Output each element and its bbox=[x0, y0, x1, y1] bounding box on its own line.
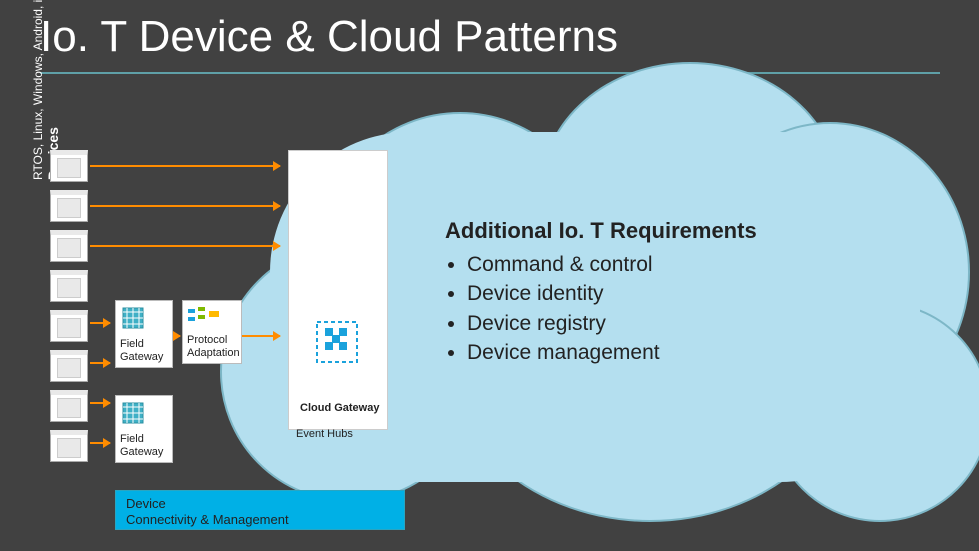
device-column bbox=[50, 150, 88, 462]
field-gateway-label: Field Gateway bbox=[120, 433, 168, 458]
requirement-item: Device identity bbox=[467, 279, 757, 308]
requirement-item: Device registry bbox=[467, 309, 757, 338]
device-box bbox=[50, 150, 88, 182]
arrow bbox=[90, 442, 110, 444]
device-box bbox=[50, 390, 88, 422]
arrow bbox=[90, 205, 280, 207]
device-box bbox=[50, 350, 88, 382]
protocol-icon bbox=[187, 305, 223, 327]
device-box bbox=[50, 190, 88, 222]
page-title: Io. T Device & Cloud Patterns bbox=[40, 12, 618, 62]
bottom-bar-line1: Device bbox=[126, 496, 394, 512]
cloud-gateway-panel bbox=[288, 150, 388, 430]
field-gateway-label: Field Gateway bbox=[120, 338, 168, 363]
protocol-adaptation-label: Protocol Adaptation bbox=[187, 334, 237, 359]
requirement-item: Device management bbox=[467, 338, 757, 367]
device-box bbox=[50, 430, 88, 462]
arrow bbox=[90, 362, 110, 364]
cloud-gateway-label: Cloud Gateway bbox=[296, 400, 383, 416]
requirement-item: Command & control bbox=[467, 250, 757, 279]
arrow bbox=[240, 335, 280, 337]
arrow bbox=[90, 165, 280, 167]
bottom-bar-line2: Connectivity & Management bbox=[126, 512, 394, 528]
protocol-adaptation-box: Protocol Adaptation bbox=[182, 300, 242, 364]
chip-icon bbox=[120, 400, 146, 426]
requirements-block: Additional Io. T Requirements Command & … bbox=[445, 218, 757, 368]
event-hubs-label: Event Hubs bbox=[296, 428, 353, 440]
cloud-gateway-icon bbox=[315, 320, 359, 364]
device-box bbox=[50, 230, 88, 262]
device-box bbox=[50, 310, 88, 342]
arrow bbox=[90, 245, 280, 247]
title-underline bbox=[40, 72, 940, 74]
device-connectivity-bar: Device Connectivity & Management bbox=[115, 490, 405, 530]
field-gateway-box-2: Field Gateway bbox=[115, 395, 173, 463]
devices-sub-label: RTOS, Linux, Windows, Android, i. OS bbox=[31, 0, 45, 180]
arrow bbox=[90, 402, 110, 404]
requirements-list: Command & control Device identity Device… bbox=[467, 250, 757, 368]
chip-icon bbox=[120, 305, 146, 331]
arrow bbox=[90, 322, 110, 324]
requirements-heading: Additional Io. T Requirements bbox=[445, 218, 757, 244]
device-box bbox=[50, 270, 88, 302]
field-gateway-box-1: Field Gateway bbox=[115, 300, 173, 368]
